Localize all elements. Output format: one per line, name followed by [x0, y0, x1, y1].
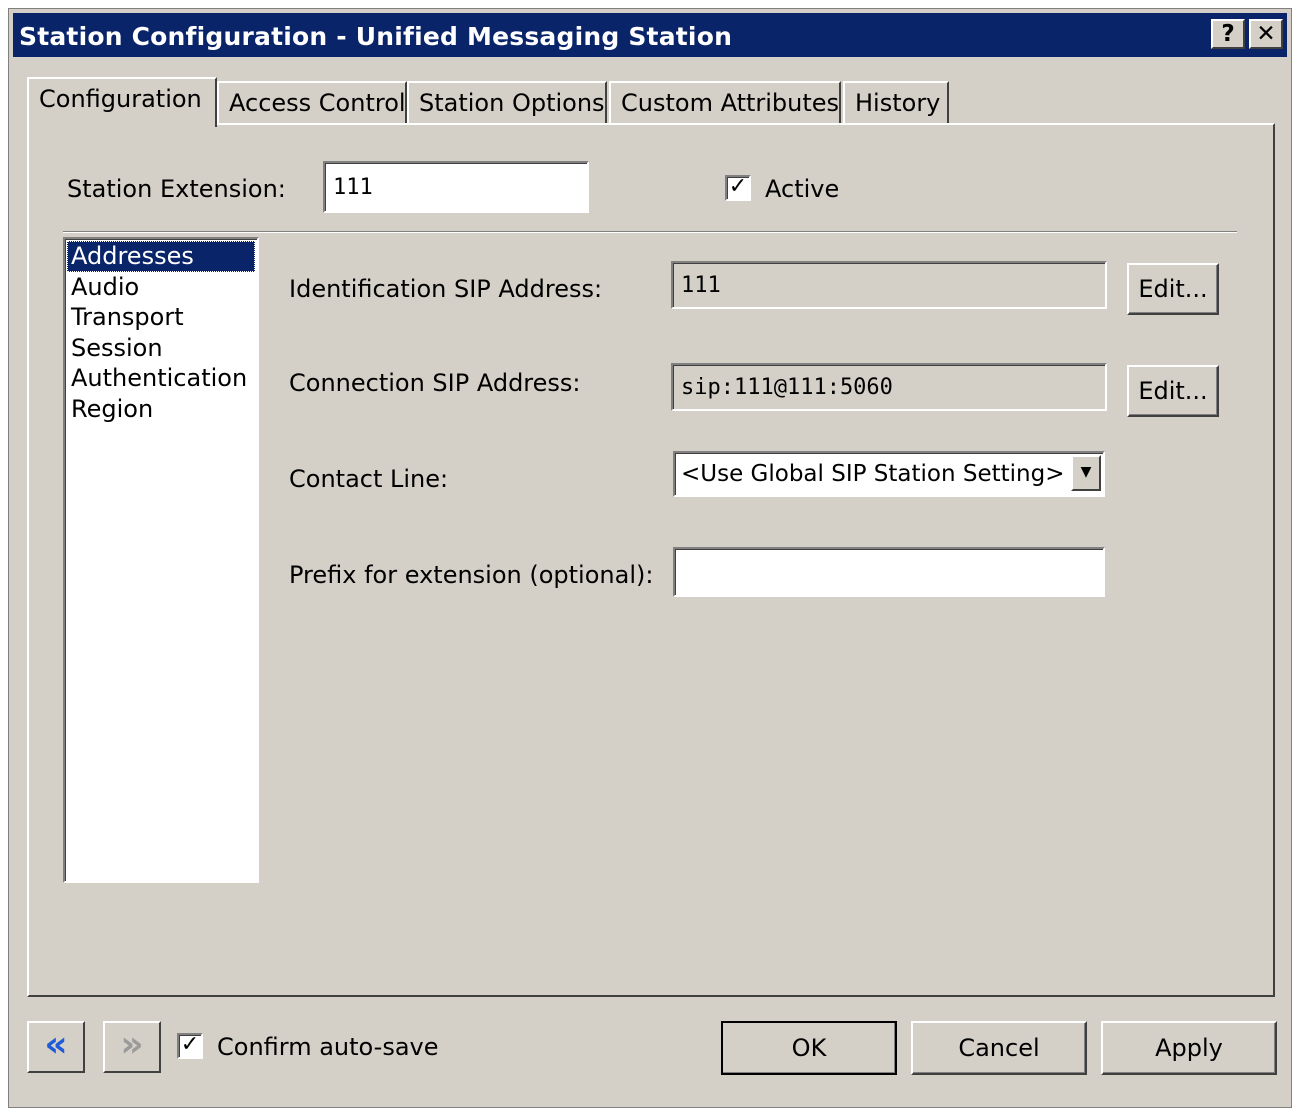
- tab-station-options[interactable]: Station Options: [407, 81, 607, 125]
- tab-label: Configuration: [39, 85, 202, 113]
- edit-connection-button[interactable]: Edit...: [1127, 365, 1219, 417]
- help-button[interactable]: ?: [1211, 19, 1245, 49]
- tab-label: Station Options: [419, 89, 605, 117]
- back-button[interactable]: «: [27, 1021, 85, 1073]
- connection-sip-address-field[interactable]: [671, 363, 1107, 411]
- identification-sip-address-field[interactable]: [671, 261, 1107, 309]
- list-item-transport[interactable]: Transport: [67, 302, 255, 333]
- double-chevron-left-icon: «: [44, 1024, 68, 1065]
- ok-button[interactable]: OK: [721, 1021, 897, 1075]
- identification-sip-address-label: Identification SIP Address:: [289, 275, 603, 303]
- help-icon: ?: [1221, 21, 1235, 47]
- list-item-authentication[interactable]: Authentication: [67, 363, 255, 394]
- dropdown-arrow-icon[interactable]: ▼: [1071, 455, 1101, 491]
- title-bar[interactable]: Station Configuration - Unified Messagin…: [13, 13, 1287, 57]
- tab-label: Custom Attributes: [621, 89, 840, 117]
- list-item-audio[interactable]: Audio: [67, 272, 255, 303]
- station-configuration-dialog: Station Configuration - Unified Messagin…: [8, 8, 1292, 1108]
- active-label: Active: [765, 175, 840, 203]
- tab-label: Access Control: [229, 89, 406, 117]
- checkmark-icon: ✓: [728, 174, 748, 199]
- tab-custom-attributes[interactable]: Custom Attributes: [609, 81, 841, 125]
- prefix-extension-label: Prefix for extension (optional):: [289, 561, 654, 589]
- contact-line-label: Contact Line:: [289, 465, 449, 493]
- checkmark-icon: ✓: [180, 1032, 200, 1057]
- edit-identification-button[interactable]: Edit...: [1127, 263, 1219, 315]
- cancel-button[interactable]: Cancel: [911, 1021, 1087, 1075]
- separator: [63, 231, 1237, 233]
- tab-history[interactable]: History: [843, 81, 949, 125]
- station-extension-input[interactable]: [323, 161, 589, 213]
- list-item-region[interactable]: Region: [67, 394, 255, 425]
- confirm-autosave-label: Confirm auto-save: [217, 1033, 439, 1061]
- prefix-extension-input[interactable]: [673, 547, 1105, 597]
- list-item-session[interactable]: Session: [67, 333, 255, 364]
- tab-access-control[interactable]: Access Control: [217, 81, 407, 125]
- confirm-autosave-checkbox[interactable]: ✓: [177, 1033, 203, 1059]
- active-checkbox[interactable]: ✓: [725, 175, 751, 201]
- category-list[interactable]: Addresses Audio Transport Session Authen…: [63, 237, 259, 883]
- forward-button[interactable]: »: [103, 1021, 161, 1073]
- contact-line-select[interactable]: <Use Global SIP Station Setting> ▼: [673, 451, 1105, 497]
- apply-button[interactable]: Apply: [1101, 1021, 1277, 1075]
- close-icon: ✕: [1256, 21, 1276, 47]
- tab-label: History: [855, 89, 941, 117]
- double-chevron-right-icon: »: [120, 1024, 144, 1065]
- close-button[interactable]: ✕: [1249, 19, 1283, 49]
- window-title: Station Configuration - Unified Messagin…: [19, 22, 733, 51]
- connection-sip-address-label: Connection SIP Address:: [289, 369, 581, 397]
- station-extension-label: Station Extension:: [67, 175, 286, 203]
- contact-line-selected-value: <Use Global SIP Station Setting>: [681, 461, 1065, 487]
- tab-configuration[interactable]: Configuration: [27, 77, 217, 127]
- list-item-addresses[interactable]: Addresses: [67, 241, 255, 272]
